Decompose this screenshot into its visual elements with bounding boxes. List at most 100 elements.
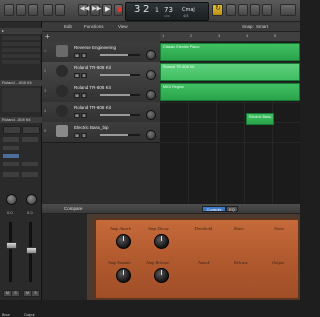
track-row[interactable]: 1 Reverse Engineering M S — [42, 42, 160, 63]
cycle-button[interactable]: ↻ — [212, 4, 223, 16]
volume-fader-left[interactable] — [6, 242, 17, 249]
track-row[interactable]: 3 Roland TR-808 Kit M S — [42, 82, 160, 103]
inspector-region-header[interactable]: ▸ — [0, 28, 42, 34]
solo-button[interactable]: S — [81, 93, 87, 98]
track-row[interactable]: 5 Electric Bass_bip M S — [42, 122, 160, 143]
channel-name-left: Bnce — [2, 313, 10, 317]
pan-knob[interactable] — [146, 70, 156, 80]
pan-knob[interactable] — [146, 90, 156, 100]
mute-button[interactable]: M — [74, 73, 80, 78]
mute-button[interactable]: M — [74, 93, 80, 98]
menu-functions[interactable]: Functions — [84, 24, 104, 29]
bass-guitar-icon — [56, 125, 68, 137]
record-button[interactable] — [114, 4, 123, 16]
library-button[interactable] — [4, 4, 14, 16]
track-name: Electric Bass_bip — [74, 125, 109, 130]
editors-button[interactable] — [280, 4, 296, 16]
cycle-icon: ↻ — [215, 5, 221, 12]
tab-controls[interactable]: Controls — [202, 206, 226, 212]
add-track-icon[interactable]: + — [45, 32, 50, 41]
tracks-area[interactable]: Classic Electric Piano Roland TR-808 Kit… — [160, 42, 300, 204]
eq-slot[interactable] — [3, 137, 19, 142]
solo-button[interactable]: S — [81, 113, 87, 118]
tab-eq[interactable]: EQ — [226, 206, 238, 212]
volume-fader-right[interactable] — [26, 247, 37, 254]
solo-button-left[interactable]: S — [11, 290, 20, 297]
setting-button[interactable] — [3, 126, 21, 134]
count-in-button[interactable] — [250, 4, 260, 16]
volume-slider[interactable] — [100, 94, 140, 96]
mixer-button[interactable] — [55, 4, 65, 16]
mute-button[interactable]: M — [74, 53, 80, 58]
track-number: 5 — [44, 128, 47, 133]
record-icon — [117, 7, 122, 12]
amp-sustain-knob[interactable] — [116, 268, 131, 283]
volume-slider[interactable] — [100, 134, 140, 136]
inspector-track-header[interactable]: Roland ...808 Kit — [0, 80, 42, 86]
solo-button[interactable]: S — [81, 73, 87, 78]
ruler-mark: 5 — [274, 33, 277, 38]
ruler-mark: 3 — [218, 33, 221, 38]
snap-select[interactable]: Smart — [256, 24, 268, 29]
lcd-tempo: 73 — [164, 6, 173, 14]
track-row[interactable]: 2 Roland TR-808 Kit M S — [42, 62, 160, 83]
volume-slider[interactable] — [100, 54, 140, 56]
region-midi[interactable]: MIDI Region — [160, 83, 300, 101]
output-slot[interactable] — [3, 172, 19, 177]
lcd-key: Cmaj — [182, 7, 195, 13]
region-drum-kit[interactable]: Roland TR-808 Kit — [160, 63, 300, 81]
control-label: Amp Attack — [110, 226, 131, 231]
solo-button[interactable]: S — [81, 133, 87, 138]
control-label: Threshold — [194, 226, 213, 231]
drum-icon — [56, 105, 68, 117]
volume-slider[interactable] — [100, 74, 140, 76]
track-row[interactable]: 4 Roland TR-808 Kit M S — [42, 102, 160, 123]
region-electric-piano[interactable]: Classic Electric Piano — [160, 43, 300, 61]
mute-button[interactable]: M — [74, 133, 80, 138]
eq-slot-right[interactable] — [22, 137, 38, 142]
metronome-button[interactable] — [262, 4, 272, 16]
pan-knob[interactable] — [146, 130, 156, 140]
smart-controls-button[interactable] — [43, 4, 53, 16]
menu-view[interactable]: View — [118, 24, 128, 29]
ruler-mark: 4 — [246, 33, 249, 38]
solo-button[interactable]: S — [81, 53, 87, 58]
output-slot-right[interactable] — [22, 172, 38, 177]
amp-control-panel: Amp Attack Amp Decay Threshold Ratio Noi… — [94, 218, 300, 300]
mute-button[interactable]: M — [74, 113, 80, 118]
volume-slider[interactable] — [100, 114, 140, 116]
inspector-button[interactable] — [16, 4, 26, 16]
region-bass[interactable]: Electric Bass... — [246, 113, 274, 125]
region-parameters — [2, 36, 40, 76]
pan-knob-left[interactable] — [6, 194, 17, 205]
instrument-slot[interactable] — [3, 154, 19, 158]
midi-fx-slot[interactable] — [3, 146, 19, 150]
drum-icon — [56, 65, 68, 77]
tuner-button[interactable] — [226, 4, 236, 16]
setting-button-right[interactable] — [22, 126, 40, 134]
play-button[interactable]: ▶ — [102, 4, 112, 16]
timeline-ruler[interactable]: 1 2 3 4 5 — [160, 32, 300, 42]
track-number: 3 — [44, 88, 47, 93]
forward-button[interactable]: ▶▶ — [90, 4, 101, 16]
channel-strip-header[interactable]: Roland...808 Kit — [0, 117, 42, 123]
pan-knob[interactable] — [146, 50, 156, 60]
audio-fx-slot-right[interactable] — [22, 162, 38, 166]
track-name: Roland TR-808 Kit — [74, 85, 111, 90]
amp-release-knob[interactable] — [154, 268, 169, 283]
amp-decay-knob[interactable] — [154, 234, 169, 249]
lcd-display[interactable]: 3 2 1 73 100 Cmaj 4/4 — [125, 2, 209, 21]
menu-edit[interactable]: Edit — [64, 24, 72, 29]
amp-attack-knob[interactable] — [116, 234, 131, 249]
toolbar-button[interactable] — [28, 4, 38, 16]
rewind-button[interactable]: ◀◀ — [78, 4, 89, 16]
solo-button-right[interactable]: S — [31, 290, 40, 297]
track-name: Roland TR-808 Kit — [74, 65, 111, 70]
solo-button[interactable] — [238, 4, 248, 16]
audio-fx-slot[interactable] — [3, 162, 19, 166]
pan-knob-right[interactable] — [26, 194, 37, 205]
pan-knob[interactable] — [146, 110, 156, 120]
inspector-panel: ▸ Roland ...808 Kit Roland...808 Kit 0.0… — [0, 22, 42, 317]
compare-button[interactable]: Compare — [64, 206, 83, 211]
snap-label: Snap: — [242, 24, 254, 29]
